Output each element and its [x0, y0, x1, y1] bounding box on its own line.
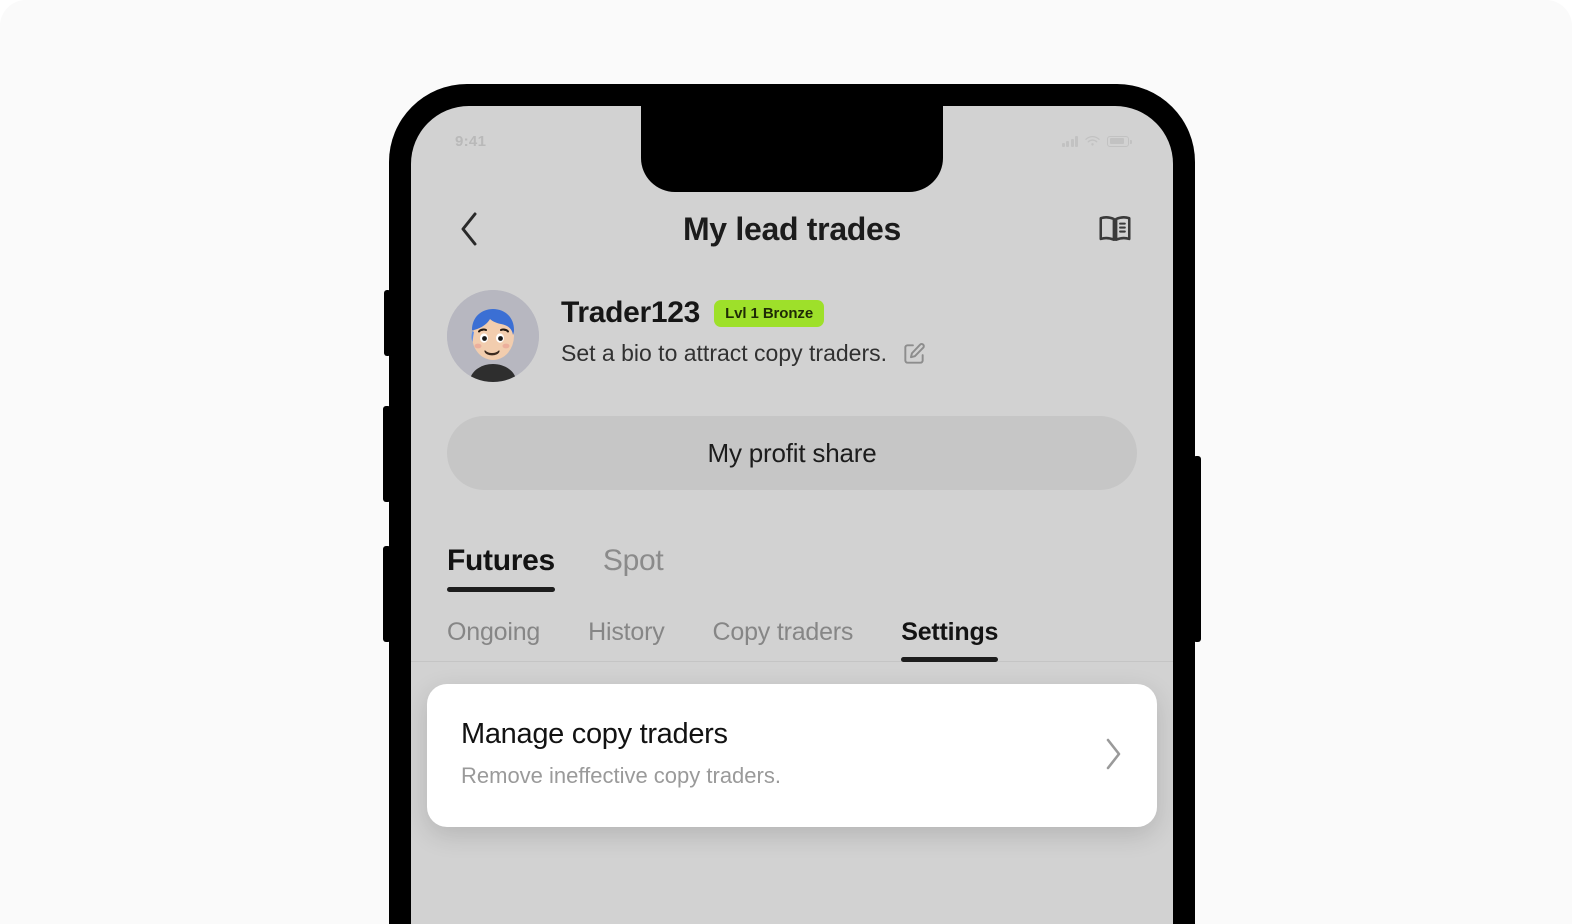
edit-bio-button[interactable] [901, 341, 927, 367]
phone-volume-down-button[interactable] [383, 406, 391, 502]
chevron-left-icon [461, 212, 477, 246]
tab-ongoing[interactable]: Ongoing [447, 618, 540, 661]
tab-ongoing-label: Ongoing [447, 618, 541, 646]
manage-copy-traders-title: Manage copy traders [461, 718, 728, 750]
tab-copy-traders-label: Copy traders [712, 618, 854, 646]
tab-futures-label: Futures [447, 544, 555, 577]
status-bar-icons [1061, 135, 1132, 147]
tab-spot[interactable]: Spot [603, 544, 664, 592]
username: Trader123 [561, 296, 701, 329]
tab-history[interactable]: History [588, 618, 665, 661]
tab-copy-traders[interactable]: Copy traders [713, 618, 854, 661]
guide-button[interactable] [1093, 207, 1137, 251]
profile-name-row: Trader123 Lvl 1 Bronze [561, 296, 927, 330]
edit-pencil-icon [904, 342, 925, 364]
signal-bars-icon [1061, 135, 1078, 147]
primary-tabs: Futures Spot [411, 490, 1173, 592]
settings-list: Manage copy traders Remove ineffective c… [411, 662, 1173, 827]
battery-icon [1107, 135, 1132, 147]
tab-futures[interactable]: Futures [447, 544, 555, 592]
tab-history-label: History [588, 618, 665, 646]
wifi-icon [1085, 135, 1100, 146]
user-avatar-image [447, 290, 539, 382]
bio-placeholder-text: Set a bio to attract copy traders. [561, 340, 887, 366]
manage-copy-traders-texts: Manage copy traders Remove ineffective c… [461, 718, 1088, 789]
tab-settings[interactable]: Settings [901, 618, 999, 662]
profile-section: Trader123 Lvl 1 Bronze Set a bio to attr… [411, 272, 1173, 382]
app-header: My lead trades [411, 186, 1173, 272]
back-button[interactable] [447, 207, 491, 251]
my-profit-share-label: My profit share [707, 437, 877, 468]
tab-settings-label: Settings [901, 618, 999, 646]
phone-mute-switch[interactable] [384, 290, 391, 356]
level-badge: Lvl 1 Bronze [714, 299, 825, 327]
page-title: My lead trades [682, 210, 902, 247]
phone-power-button[interactable] [1193, 456, 1201, 642]
chevron-right-icon [1106, 738, 1121, 769]
manage-copy-traders-subtitle: Remove ineffective copy traders. [461, 763, 781, 788]
phone-notch [641, 106, 943, 192]
profile-bio-row[interactable]: Set a bio to attract copy traders. [561, 340, 927, 367]
profile-info: Trader123 Lvl 1 Bronze Set a bio to attr… [561, 290, 927, 367]
status-bar-time: 9:41 [455, 132, 487, 150]
manage-copy-traders-row[interactable]: Manage copy traders Remove ineffective c… [427, 684, 1157, 827]
phone-volume-up-button[interactable] [383, 546, 391, 642]
phone-mockup: 9:41 My lead trades Trader123 Lvl 1 Bron… [383, 84, 1201, 924]
manage-copy-traders-chevron[interactable] [1104, 738, 1123, 770]
open-book-icon [1099, 215, 1131, 242]
avatar[interactable] [447, 290, 539, 382]
secondary-tabs: Ongoing History Copy traders Settings [411, 592, 1173, 662]
phone-screen: 9:41 My lead trades Trader123 Lvl 1 Bron… [411, 106, 1173, 924]
my-profit-share-button[interactable]: My profit share [447, 416, 1137, 490]
tab-spot-label: Spot [602, 544, 664, 577]
